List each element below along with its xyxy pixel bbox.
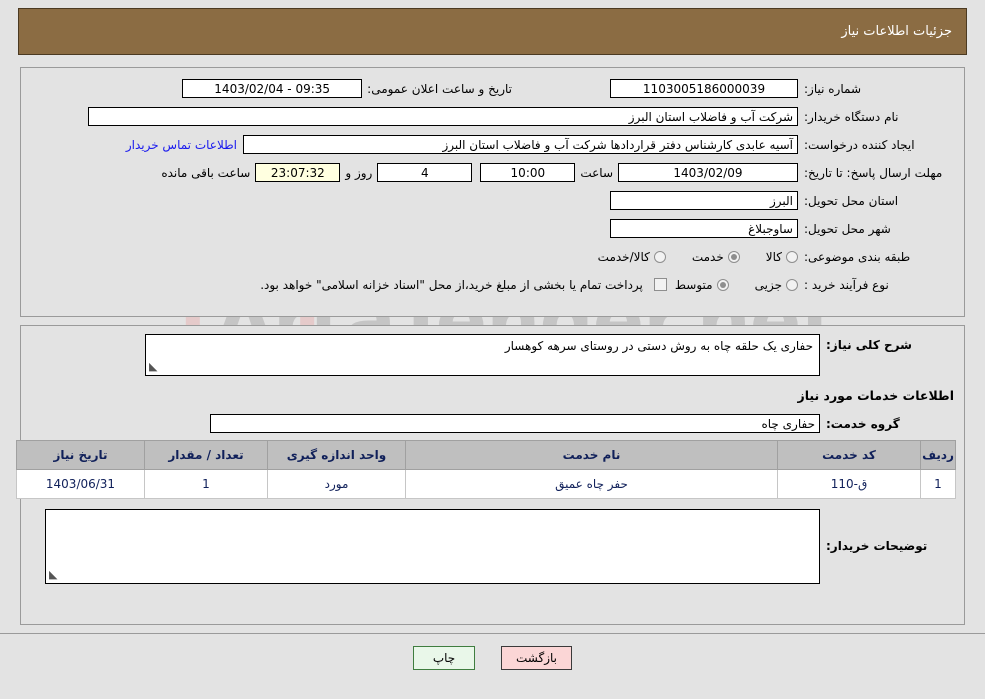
cell-service-code: ق-110 xyxy=(777,469,921,499)
requester-value: آسیه عابدی کارشناس دفتر قراردادها شرکت آ… xyxy=(243,135,798,154)
delivery-city-label: شهر محل تحویل: xyxy=(804,221,891,236)
requester-label: ایجاد کننده درخواست: xyxy=(804,137,915,152)
radio-kala-khedmat[interactable] xyxy=(653,250,666,263)
row-purchase-process: نوع فرآیند خرید : جزیی متوسط پرداخت تمام… xyxy=(31,274,954,295)
buyer-contact-link[interactable]: اطلاعات تماس خریدار xyxy=(120,138,243,152)
row-service-group: گروه خدمت: حفاری چاه xyxy=(29,413,956,434)
purchase-process-label: نوع فرآیند خرید : xyxy=(804,277,889,292)
row-subject-category: طبقه بندی موضوعی: کالا خدمت کالا/خدمت xyxy=(31,246,954,267)
service-group-label: گروه خدمت: xyxy=(826,416,900,431)
cell-quantity: 1 xyxy=(144,469,268,499)
radio-khedmat[interactable] xyxy=(727,250,740,263)
announce-datetime-label: تاریخ و ساعت اعلان عمومی: xyxy=(367,81,512,96)
radio-kala-khedmat-label: کالا/خدمت xyxy=(597,249,650,264)
radio-motavasset-label: متوسط xyxy=(674,277,713,292)
buyer-notes-label: توضیحات خریدار: xyxy=(826,539,928,553)
deadline-label: مهلت ارسال پاسخ: تا تاریخ: xyxy=(804,165,943,180)
need-summary-textarea[interactable]: حفاری یک حلقه چاه به روش دستی در روستای … xyxy=(145,334,820,376)
cell-unit: مورد xyxy=(267,469,406,499)
delivery-city-value: ساوجبلاغ xyxy=(610,219,798,238)
row-deadline: مهلت ارسال پاسخ: تا تاریخ: 1403/02/09 سا… xyxy=(31,162,954,183)
deadline-time-label: ساعت xyxy=(580,165,613,180)
deadline-date-value: 1403/02/09 xyxy=(618,163,798,182)
page-header: جزئیات اطلاعات نیاز xyxy=(18,8,967,55)
deadline-remaining-label: ساعت باقی مانده xyxy=(161,165,251,180)
table-header-row: ردیف کد خدمت نام خدمت واحد اندازه گیری ت… xyxy=(16,440,956,470)
treasury-documents-checkbox[interactable] xyxy=(653,278,667,291)
services-panel: شرح کلی نیاز: حفاری یک حلقه چاه به روش د… xyxy=(16,325,965,625)
row-buyer-notes: توضیحات خریدار: ◢ xyxy=(29,509,956,584)
resize-handle-icon[interactable]: ◢ xyxy=(149,360,161,373)
purchase-process-radio-group: جزیی متوسط xyxy=(675,278,798,292)
delivery-province-label: استان محل تحویل: xyxy=(804,193,899,208)
cell-service-name: حفر چاه عمیق xyxy=(405,469,778,499)
need-summary-label: شرح کلی نیاز: xyxy=(826,338,912,352)
need-info-panel: شماره نیاز: 1103005186000039 تاریخ و ساع… xyxy=(20,67,965,317)
treasury-note-text: پرداخت تمام یا بخشی از مبلغ خرید،از محل … xyxy=(260,277,643,292)
announce-datetime-value: 09:35 - 1403/02/04 xyxy=(182,79,363,98)
radio-khedmat-label: خدمت xyxy=(691,249,724,264)
row-need-summary: شرح کلی نیاز: حفاری یک حلقه چاه به روش د… xyxy=(29,334,956,376)
back-button[interactable]: بازگشت xyxy=(501,646,572,670)
need-number-value: 1103005186000039 xyxy=(610,79,798,98)
footer-divider xyxy=(0,633,985,634)
col-quantity: تعداد / مقدار xyxy=(144,440,268,470)
col-service-code: کد خدمت xyxy=(777,440,921,470)
footer-button-bar: بازگشت چاپ xyxy=(0,646,985,670)
services-section-title: اطلاعات خدمات مورد نیاز xyxy=(797,388,955,403)
radio-kala[interactable] xyxy=(786,250,798,263)
deadline-days-label: روز و xyxy=(345,165,373,180)
buyer-notes-textarea[interactable]: ◢ xyxy=(45,509,820,584)
service-group-value: حفاری چاه xyxy=(210,414,820,433)
radio-kala-label: کالا xyxy=(765,249,782,264)
buyer-org-value: شرکت آب و فاضلاب استان البرز xyxy=(88,107,798,126)
deadline-remaining-timer: 23:07:32 xyxy=(255,163,341,182)
resize-handle-icon[interactable]: ◢ xyxy=(49,568,61,581)
radio-jozei[interactable] xyxy=(786,278,798,291)
buyer-org-label: نام دستگاه خریدار: xyxy=(804,109,899,124)
radio-motavasset[interactable] xyxy=(716,278,729,291)
subject-category-radio-group: کالا خدمت کالا/خدمت xyxy=(598,250,798,264)
row-delivery-city: شهر محل تحویل: ساوجبلاغ xyxy=(31,218,954,239)
row-delivery-province: استان محل تحویل: البرز xyxy=(31,190,954,211)
need-number-label: شماره نیاز: xyxy=(804,81,861,96)
row-buyer-org: نام دستگاه خریدار: شرکت آب و فاضلاب استا… xyxy=(31,106,954,127)
col-row: ردیف xyxy=(920,440,956,470)
col-service-name: نام خدمت xyxy=(405,440,778,470)
col-unit: واحد اندازه گیری xyxy=(267,440,406,470)
row-need-number: شماره نیاز: 1103005186000039 تاریخ و ساع… xyxy=(31,78,954,99)
deadline-time-value: 10:00 xyxy=(480,163,576,182)
services-table: ردیف کد خدمت نام خدمت واحد اندازه گیری ت… xyxy=(16,440,956,499)
col-need-date: تاریخ نیاز xyxy=(16,440,145,470)
cell-row: 1 xyxy=(920,469,956,499)
page-title: جزئیات اطلاعات نیاز xyxy=(841,24,952,39)
radio-jozei-label: جزیی xyxy=(754,277,782,292)
delivery-province-value: البرز xyxy=(610,191,798,210)
row-requester: ایجاد کننده درخواست: آسیه عابدی کارشناس … xyxy=(31,134,954,155)
print-button[interactable]: چاپ xyxy=(413,646,475,670)
table-row: 1 ق-110 حفر چاه عمیق مورد 1 1403/06/31 xyxy=(16,469,956,499)
need-summary-value: حفاری یک حلقه چاه به روش دستی در روستای … xyxy=(504,339,813,353)
deadline-days-value: 4 xyxy=(377,163,473,182)
cell-need-date: 1403/06/31 xyxy=(16,469,145,499)
subject-category-label: طبقه بندی موضوعی: xyxy=(804,249,911,264)
